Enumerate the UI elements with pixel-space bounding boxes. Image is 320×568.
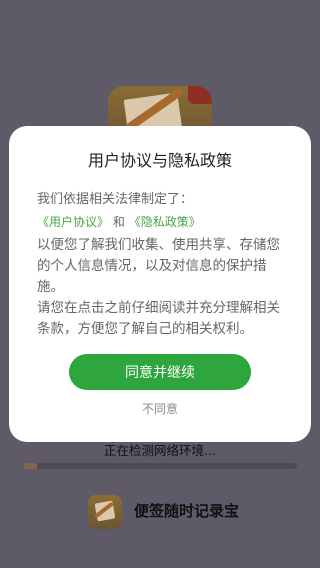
policy-links: 《用户协议》 和 《隐私政策》 <box>37 213 283 231</box>
network-check-status: 正在检测网络环境... <box>104 443 216 458</box>
conjunction-text: 和 <box>112 215 125 229</box>
user-agreement-link[interactable]: 《用户协议》 <box>37 215 109 229</box>
disagree-button[interactable]: 不同意 <box>9 399 311 418</box>
intro-text: 我们依据相关法律制定了： <box>37 192 194 207</box>
policy-description: 以便您了解我们收集、使用共享、存储您的个人信息情况，以及对信息的保护措施。 请您… <box>37 235 283 340</box>
note-pen-icon <box>88 495 122 529</box>
loading-progress-fill <box>23 463 37 469</box>
loading-progress-bar <box>23 463 297 469</box>
bottom-brand: 便签随时记录宝 <box>88 495 258 529</box>
privacy-policy-link[interactable]: 《隐私政策》 <box>129 215 201 229</box>
app-name: 便签随时记录宝 <box>134 502 240 520</box>
policy-paragraph-2: 请您在点击之前仔细阅读并充分理解相关条款，方便您了解自己的相关权利。 <box>37 300 280 337</box>
logo-badge <box>188 86 212 104</box>
dialog-title: 用户协议与隐私政策 <box>87 151 232 170</box>
agree-continue-button[interactable]: 同意并继续 <box>69 354 251 390</box>
privacy-dialog: 用户协议与隐私政策 我们依据相关法律制定了： 《用户协议》 和 《隐私政策》 以… <box>9 126 311 442</box>
policy-paragraph-1: 以便您了解我们收集、使用共享、存储您的个人信息情况，以及对信息的保护措施。 <box>37 237 280 295</box>
